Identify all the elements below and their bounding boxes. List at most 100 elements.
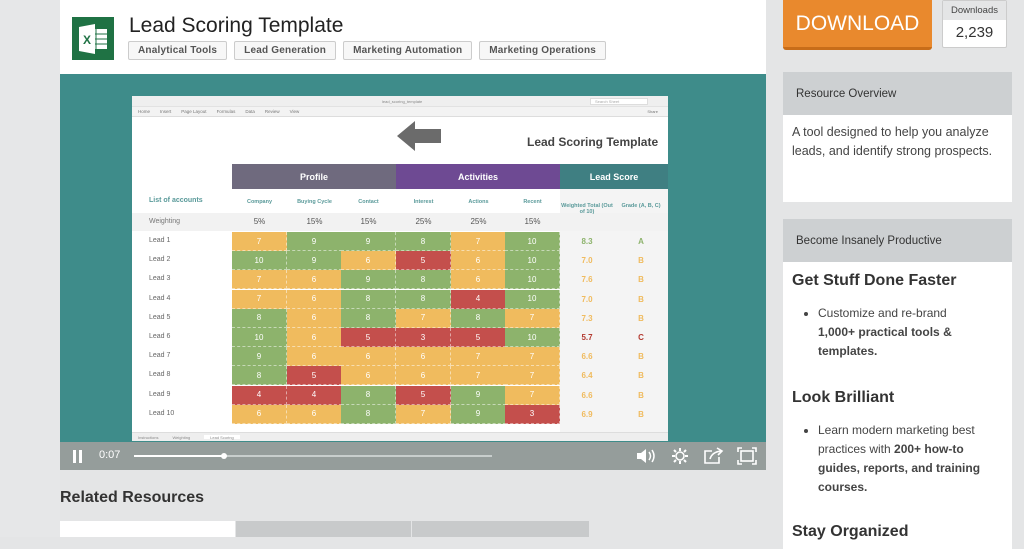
resource-overview-panel: Resource Overview A tool designed to hel…	[783, 72, 1012, 202]
sheet-menu-item: Formulas	[216, 109, 236, 114]
score-cell: 8	[451, 308, 506, 328]
feature-item: Learn modern marketing best practices wi…	[818, 421, 1003, 497]
productive-panel: Become Insanely Productive Get Stuff Don…	[783, 219, 1012, 549]
accounts-label: List of accounts	[149, 197, 203, 204]
score-cell: 10	[505, 251, 560, 271]
lead-row-label: Lead 5	[149, 313, 171, 321]
score-cell: 10	[505, 328, 560, 347]
video-player[interactable]: lead_scoring_template Search Sheet Home I…	[60, 74, 766, 470]
downloads-count: 2,239	[955, 24, 994, 41]
score-cell: 7	[505, 385, 560, 405]
lead-row-label: Lead 7	[149, 352, 171, 360]
score-cell: 8	[396, 232, 451, 251]
score-cell: 6	[341, 347, 396, 367]
score-cell: 10	[505, 270, 560, 290]
grade: B	[638, 409, 644, 419]
grade: B	[638, 294, 644, 304]
related-card[interactable]	[60, 521, 235, 537]
page-margin	[0, 0, 60, 537]
score-cell: 6	[287, 404, 342, 424]
score-cell: 7	[232, 289, 287, 309]
score-cell: 7	[451, 347, 506, 367]
tag-lead-generation[interactable]: Lead Generation	[234, 41, 337, 60]
score-cell: 9	[341, 270, 396, 290]
sheet-tabs: Instructions Weighting Lead Scoring	[132, 432, 668, 441]
score-cell: 7	[451, 232, 506, 251]
download-button[interactable]: DOWNLOAD	[783, 0, 932, 50]
panel-title: Resource Overview	[783, 72, 1012, 115]
score-cell: 10	[505, 232, 560, 251]
group-header-lead-score: Lead Score	[560, 164, 668, 189]
weight-value: 15%	[306, 217, 323, 226]
feature-text: Customize and re-brand	[818, 306, 947, 320]
score-cell: 4	[451, 289, 506, 309]
page-title: Lead Scoring Template	[129, 14, 344, 37]
sheet-tab: Lead Scoring	[204, 435, 240, 440]
lead-row-label: Lead 3	[149, 275, 171, 283]
sheet-titlebar: lead_scoring_template Search Sheet	[132, 96, 668, 107]
video-seek-handle[interactable]	[220, 453, 227, 459]
resource-header: X Lead Scoring Template Analytical Tools…	[60, 0, 766, 74]
arrow-left-icon	[397, 121, 441, 151]
sheet-title: Lead Scoring Template	[527, 135, 659, 149]
score-cell: 7	[396, 308, 451, 328]
score-cell: 9	[287, 251, 342, 271]
sheet-menu-item: Home	[138, 109, 151, 114]
tag-analytical-tools[interactable]: Analytical Tools	[128, 41, 228, 60]
sheet-share-button: Share	[647, 109, 658, 114]
column-header: Recent	[523, 199, 542, 205]
column-header: Interest	[413, 199, 434, 205]
score-cell: 6	[396, 366, 451, 386]
score-cell: 6	[287, 289, 342, 309]
score-cell: 7	[505, 366, 560, 386]
score-cell: 9	[451, 385, 506, 405]
column-header: Contact	[358, 199, 379, 205]
video-seek-bar[interactable]	[134, 453, 492, 459]
related-card[interactable]	[236, 521, 411, 537]
sheet-search-input: Search Sheet	[590, 98, 648, 105]
grade: B	[638, 313, 644, 323]
section-heading: Stay Organized	[792, 523, 909, 540]
score-cell: 6	[287, 347, 342, 367]
sheet-menu-item: Insert	[160, 109, 172, 114]
video-controls: 0:07	[60, 442, 766, 470]
weighted-total: 6.6	[581, 390, 593, 400]
grade: A	[638, 237, 644, 246]
weighted-total: 8.3	[581, 237, 593, 246]
grade: C	[638, 333, 644, 342]
score-cell: 6	[396, 347, 451, 367]
weight-value: 5%	[253, 217, 266, 226]
score-cell: 7	[232, 232, 287, 251]
fullscreen-icon[interactable]	[737, 447, 757, 465]
related-card[interactable]	[412, 521, 589, 537]
grade: B	[638, 390, 644, 400]
score-cell: 9	[232, 347, 287, 367]
score-cell: 8	[232, 366, 287, 386]
score-cell: 6	[341, 251, 396, 271]
score-cell: 4	[232, 385, 287, 405]
score-cell: 5	[396, 251, 451, 271]
lead-row-label: Lead 8	[149, 371, 171, 379]
weight-value: 25%	[470, 217, 487, 226]
sheet-menu-item: Page Layout	[181, 109, 207, 114]
lead-row-label: Lead 2	[149, 256, 171, 264]
score-cell: 5	[287, 366, 342, 386]
pause-icon[interactable]	[72, 450, 84, 463]
sidebar: DOWNLOAD Downloads 2,239 Resource Overvi…	[766, 0, 1024, 549]
volume-icon[interactable]	[636, 449, 656, 463]
tag-marketing-automation[interactable]: Marketing Automation	[343, 41, 473, 60]
weighted-total: 6.4	[581, 371, 593, 381]
video-progress-fill	[134, 455, 224, 457]
excel-icon: X	[72, 17, 114, 60]
tag-marketing-operations[interactable]: Marketing Operations	[479, 41, 607, 60]
share-icon[interactable]	[704, 447, 724, 464]
feature-item: Customize and re-brand 1,000+ practical …	[818, 304, 1003, 361]
score-cell: 6	[287, 328, 342, 347]
settings-gear-icon[interactable]	[672, 448, 688, 464]
score-cell: 3	[505, 404, 560, 424]
sheet-tab: Weighting	[172, 435, 191, 440]
lead-row-label: Lead 6	[149, 333, 171, 340]
score-cell: 8	[341, 289, 396, 309]
weighted-total: 6.9	[581, 409, 593, 419]
score-cell: 8	[396, 289, 451, 309]
